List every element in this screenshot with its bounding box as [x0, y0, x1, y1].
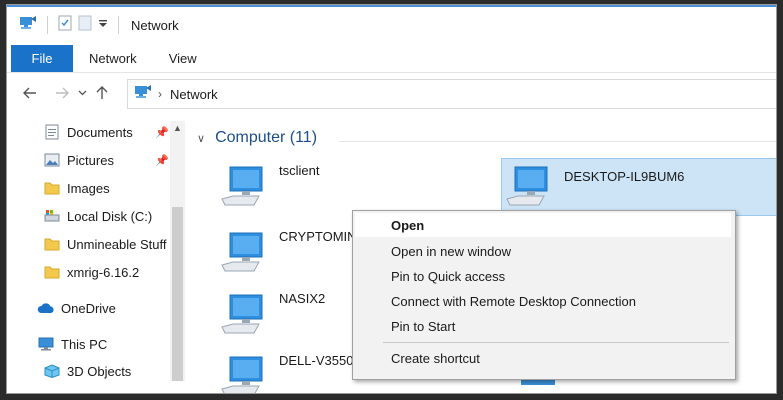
sidebar-item-local-disk[interactable]: Local Disk (C:): [43, 205, 171, 227]
address-bar[interactable]: › Network: [127, 79, 776, 109]
network-location-icon: [134, 84, 152, 105]
pc-icon: [37, 336, 55, 352]
forward-button[interactable]: [49, 80, 75, 106]
computer-icon: [219, 289, 269, 342]
explorer-window: Network File Network View › Network Docu…: [6, 4, 777, 394]
menu-item-open-new-window[interactable]: Open in new window: [391, 244, 511, 259]
arrow-left-icon: [23, 87, 36, 99]
sidebar-item-xmrig[interactable]: xmrig-6.16.2: [43, 261, 171, 283]
up-button[interactable]: [89, 80, 115, 106]
computer-name: tsclient: [279, 163, 320, 178]
menu-item-create-shortcut[interactable]: Create shortcut: [391, 351, 480, 366]
sidebar-item-label: xmrig-6.16.2: [67, 264, 140, 280]
sidebar-item-label: Local Disk (C:): [67, 208, 153, 224]
toolbar-separator: [47, 16, 48, 34]
drive-icon: [43, 208, 61, 224]
back-button[interactable]: [17, 80, 43, 106]
computer-item-desktop-il9bum6[interactable]: DESKTOP-IL9BUM6: [501, 158, 776, 216]
menu-item-pin-start[interactable]: Pin to Start: [391, 319, 455, 334]
navigation-bar: › Network: [7, 73, 776, 113]
group-header-computer[interactable]: ∨ Computer (11): [197, 129, 317, 147]
navigation-pane-scrollbar[interactable]: ▲: [170, 121, 185, 381]
computer-item-dell-v3550[interactable]: DELL-V3550: [219, 351, 354, 393]
onedrive-icon: [37, 300, 55, 316]
sidebar-item-label: Images: [67, 180, 110, 196]
quick-access-toolbar: [7, 15, 123, 36]
documents-icon: [43, 124, 61, 140]
navigation-pane: Documents 📌 Pictures 📌 Images Local Disk…: [7, 115, 187, 393]
tab-view[interactable]: View: [153, 45, 213, 72]
menu-separator: [383, 342, 729, 343]
sidebar-item-3d-objects[interactable]: 3D Objects: [43, 360, 171, 382]
folder-icon: [43, 264, 61, 280]
pictures-icon: [43, 152, 61, 168]
chevron-down-icon: [78, 90, 86, 96]
menu-item-remote-desktop[interactable]: Connect with Remote Desktop Connection: [391, 294, 636, 309]
toolbar-separator: [118, 16, 119, 34]
computer-icon: [504, 161, 554, 214]
sidebar-item-label: Documents: [67, 124, 133, 140]
customize-toolbar-icon[interactable]: [98, 16, 108, 34]
title-bar: Network: [7, 7, 776, 43]
folder-icon: [43, 236, 61, 252]
new-folder-icon[interactable]: [78, 15, 92, 36]
chevron-down-icon[interactable]: ∨: [197, 132, 205, 145]
computer-name: DESKTOP-IL9BUM6: [564, 169, 685, 184]
arrow-up-icon: [96, 86, 108, 99]
sidebar-item-this-pc[interactable]: This PC: [37, 333, 165, 355]
computer-name: NASIX2: [279, 291, 326, 306]
sidebar-item-label: Pictures: [67, 152, 114, 168]
sidebar-item-documents[interactable]: Documents 📌: [43, 121, 171, 143]
menu-item-open[interactable]: Open: [391, 218, 424, 233]
computer-item-tsclient[interactable]: tsclient: [219, 161, 319, 214]
scrollbar-thumb[interactable]: [172, 207, 183, 381]
computer-icon: [219, 161, 269, 214]
pin-icon: 📌: [155, 154, 169, 167]
context-menu: Open Open in new window Pin to Quick acc…: [352, 210, 736, 380]
network-app-icon: [19, 15, 37, 36]
sidebar-item-pictures[interactable]: Pictures 📌: [43, 149, 171, 171]
sidebar-item-label: 3D Objects: [67, 363, 132, 379]
window-title: Network: [131, 17, 179, 33]
computer-item-nasix2[interactable]: NASIX2: [219, 289, 325, 342]
sidebar-item-images[interactable]: Images: [43, 177, 171, 199]
recent-locations-button[interactable]: [75, 80, 89, 106]
computer-icon: [219, 227, 269, 280]
arrow-right-icon: [56, 87, 69, 99]
tab-file[interactable]: File: [11, 45, 73, 72]
ribbon-tabs: File Network View: [7, 45, 776, 73]
tab-network[interactable]: Network: [73, 45, 153, 72]
computer-icon: [219, 351, 269, 393]
breadcrumb-chevron-icon[interactable]: ›: [158, 87, 162, 101]
sidebar-item-label: This PC: [61, 336, 108, 352]
computer-name: DELL-V3550: [279, 353, 354, 368]
group-label: Computer (11): [215, 129, 318, 146]
folder-icon: [43, 180, 61, 196]
group-divider: [339, 141, 776, 142]
sidebar-item-label: Unmineable Stuff: [67, 236, 167, 252]
pin-icon: 📌: [155, 126, 169, 139]
scroll-up-icon[interactable]: ▲: [170, 121, 185, 135]
breadcrumb-network[interactable]: Network: [170, 87, 218, 102]
sidebar-item-unmineable-stuff[interactable]: Unmineable Stuff: [43, 233, 171, 255]
3d-objects-icon: [43, 363, 61, 379]
sidebar-item-label: OneDrive: [61, 300, 116, 316]
properties-icon[interactable]: [58, 15, 72, 36]
sidebar-item-onedrive[interactable]: OneDrive: [37, 297, 165, 319]
menu-item-pin-quick-access[interactable]: Pin to Quick access: [391, 269, 505, 284]
